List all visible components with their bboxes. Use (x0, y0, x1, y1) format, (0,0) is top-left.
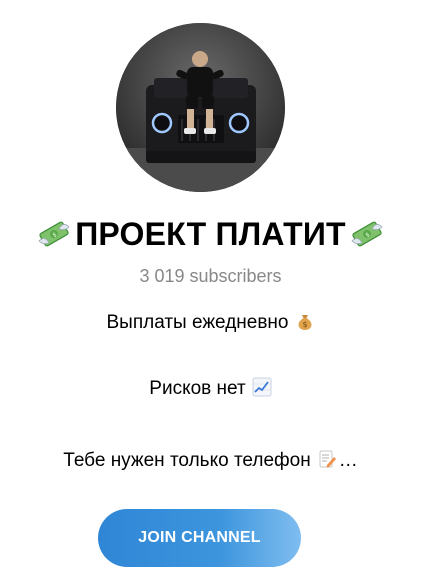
channel-avatar (116, 23, 285, 192)
svg-text:$: $ (302, 320, 307, 329)
description-line: Выплаты ежедневно $ (0, 311, 421, 334)
channel-preview-card: $ ПРОЕКТ ПЛАТИТ $ 3 019 subscribers Выпл… (0, 0, 421, 582)
subscriber-count: 3 019 subscribers (139, 266, 282, 286)
description-line: Тебе нужен только телефон … (0, 449, 421, 472)
description-text: Выплаты ежедневно (106, 312, 289, 333)
money-with-wings-icon: $ (37, 217, 71, 251)
description-text: Тебе нужен только телефон (63, 450, 311, 471)
description-line: Рисков нет (0, 377, 421, 400)
money-with-wings-icon: $ (350, 217, 384, 251)
memo-icon (317, 449, 337, 469)
channel-avatar-photo (116, 23, 285, 192)
description-text: Рисков нет (149, 378, 246, 399)
chart-increasing-icon (252, 377, 272, 397)
money-bag-icon: $ (295, 311, 315, 331)
channel-title: ПРОЕКТ ПЛАТИТ (75, 215, 346, 252)
join-channel-button[interactable]: JOIN CHANNEL (98, 509, 301, 567)
channel-title-row: $ ПРОЕКТ ПЛАТИТ $ (0, 212, 421, 256)
description-ellipsis: … (338, 450, 358, 471)
